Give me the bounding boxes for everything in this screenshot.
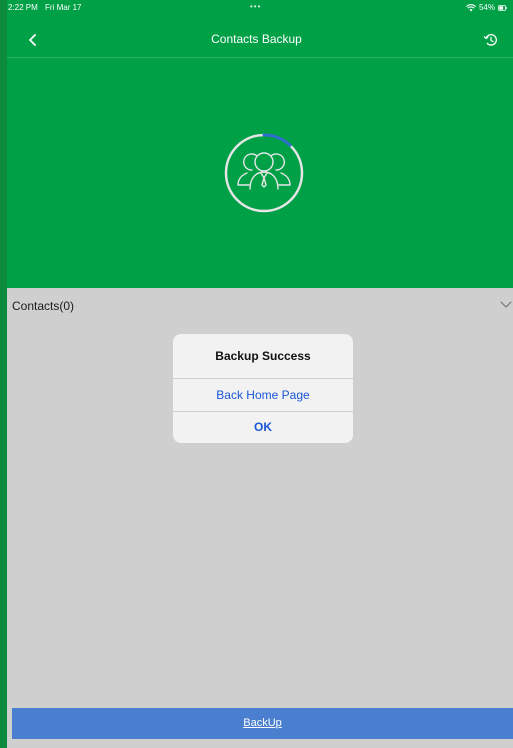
status-date: Fri Mar 17 [45,3,82,12]
contacts-group-icon [237,152,291,190]
battery-percent: 54% [478,3,495,12]
history-icon [483,34,497,46]
status-bar: 2:22 PM Fri Mar 17 ••• 54% [0,0,513,16]
dialog-title: Backup Success [215,349,311,363]
multitasking-dots: ••• [250,2,262,11]
chevron-down-icon [500,301,512,308]
battery-icon [498,4,507,11]
contacts-section-header[interactable]: Contacts(0) [7,288,513,322]
backup-button[interactable]: BackUp [12,708,513,739]
navigation-bar: Contacts Backup [0,22,513,58]
history-button[interactable] [481,29,501,51]
contacts-count-label: Contacts(0) [12,299,75,313]
page-title: Contacts Backup [211,32,302,46]
left-edge-strip [0,0,7,748]
ok-button[interactable]: OK [173,411,353,443]
back-home-page-button[interactable]: Back Home Page [173,378,353,411]
backup-success-dialog: Backup Success Back Home Page OK [173,334,353,443]
wifi-icon [466,3,476,11]
app-screen: 2:22 PM Fri Mar 17 ••• 54% Contacts Back [0,0,513,748]
status-time: 2:22 PM [8,3,38,12]
nav-divider [7,57,513,58]
status-time-date: 2:22 PM Fri Mar 17 [8,3,81,12]
backup-progress-ring [224,133,304,213]
status-indicators: 54% [466,3,507,12]
